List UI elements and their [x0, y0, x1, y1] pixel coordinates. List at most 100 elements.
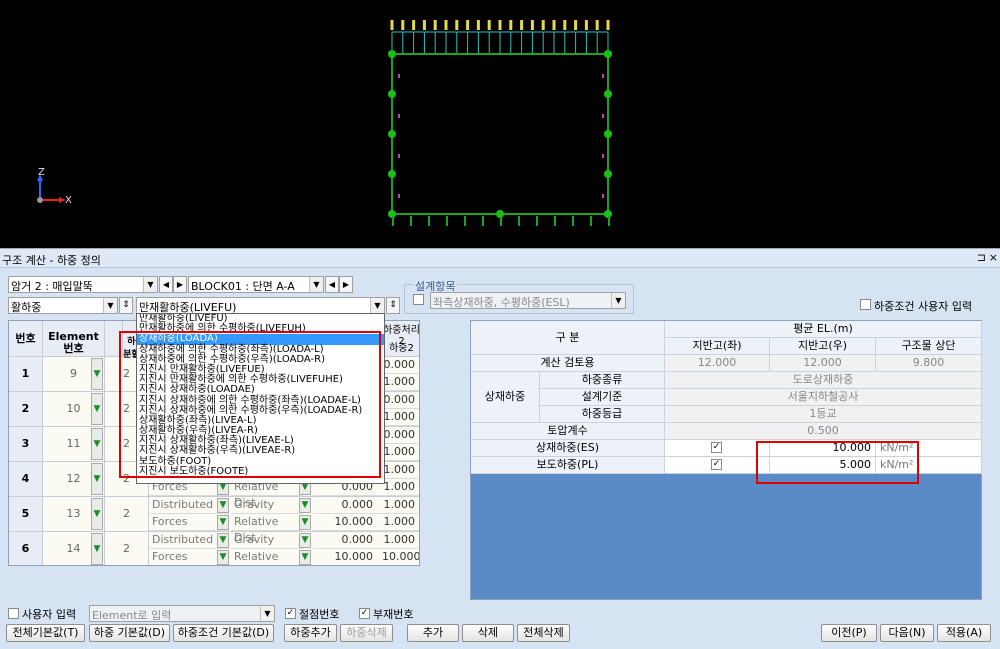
- load-dir-cell[interactable]: Relative Dist: [231, 549, 303, 565]
- row-number: 4: [9, 462, 43, 496]
- chevron-down-icon[interactable]: ▼: [217, 550, 229, 565]
- chevron-down-icon[interactable]: ▼: [217, 498, 229, 513]
- row-std-value[interactable]: 서울지하철공사: [665, 389, 982, 406]
- close-icon[interactable]: ×: [989, 251, 998, 264]
- next-arrow-icon[interactable]: ▶: [339, 276, 353, 293]
- delete-load-button[interactable]: 하중삭제: [340, 624, 393, 642]
- all-default-button[interactable]: 전체기본값(T): [6, 624, 85, 642]
- case-combo[interactable]: 암거 2 : 매입말뚝 ▼: [8, 276, 158, 293]
- next-arrow-icon[interactable]: ▶: [173, 276, 187, 293]
- load-value-2[interactable]: 1.000: [379, 514, 419, 531]
- prev-button[interactable]: 이전(P): [821, 624, 877, 642]
- table-row[interactable]: 6 14 ▼ 2 Distributed ▼ Gravity ▼ 0.000 1.000 Force…: [9, 532, 419, 565]
- element-input-combo[interactable]: Element로 입력 ▼: [89, 605, 275, 622]
- pin-icon[interactable]: ⊐: [977, 251, 986, 264]
- load-value-1[interactable]: 0.000: [313, 497, 379, 514]
- header-no: 번호: [9, 321, 43, 356]
- load-tick: [595, 20, 599, 30]
- load-value-2[interactable]: 0.000: [379, 392, 419, 409]
- member-no-checkbox[interactable]: ✓: [359, 608, 370, 619]
- load-default-button[interactable]: 하중 기본값(D): [89, 624, 170, 642]
- chevron-down-icon[interactable]: ▼: [299, 498, 311, 513]
- row-grade-value[interactable]: 1등교: [665, 406, 982, 423]
- expand-arrow-icon[interactable]: ▼: [91, 393, 103, 425]
- row-group-label: 상재하중: [471, 372, 540, 423]
- expand-arrow-icon[interactable]: ▼: [91, 463, 103, 495]
- expand-arrow-icon[interactable]: ▼: [91, 358, 103, 390]
- load-value-2[interactable]: 1.000: [379, 479, 419, 496]
- member-no-label: 부재번호: [373, 608, 414, 621]
- chevron-down-icon[interactable]: ▼: [299, 550, 311, 565]
- division-count[interactable]: 2: [105, 497, 149, 531]
- load-value-2[interactable]: 1.000: [379, 497, 419, 514]
- row-number: 1: [9, 357, 43, 391]
- add-button[interactable]: 추가: [407, 624, 459, 642]
- node-point: [604, 90, 612, 98]
- table-row[interactable]: 5 13 ▼ 2 Distributed ▼ Gravity ▼ 0.000 1.000 Force…: [9, 497, 419, 544]
- block-combo[interactable]: BLOCK01 : 단면 A-A ▼: [188, 276, 324, 293]
- division-count[interactable]: 2: [105, 532, 149, 565]
- spring-support: [518, 216, 520, 226]
- node-point: [388, 130, 396, 138]
- load-dir-cell[interactable]: Gravity: [231, 532, 303, 549]
- load-dir-cell[interactable]: Relative Dist: [231, 514, 303, 544]
- load-type-combo[interactable]: 만재활하중(LIVEFU) ▼: [136, 297, 385, 314]
- load-tick: [455, 20, 459, 30]
- load-dir-cell[interactable]: Gravity: [231, 497, 303, 514]
- chevron-down-icon[interactable]: ▼: [217, 533, 229, 548]
- member-mark: [398, 114, 400, 118]
- load-value-1[interactable]: 0.000: [313, 532, 379, 549]
- member-mark: [602, 74, 604, 78]
- spin-icon[interactable]: ⇕: [386, 297, 400, 314]
- load-value-2[interactable]: 1.000: [379, 444, 419, 461]
- model-viewport[interactable]: Z X: [0, 0, 1000, 248]
- row-es-label: 상재하중(ES): [471, 440, 665, 457]
- chevron-down-icon[interactable]: ▼: [217, 515, 229, 530]
- spin-icon[interactable]: ⇕: [119, 297, 133, 314]
- add-load-button[interactable]: 하중추가: [284, 624, 337, 642]
- delete-all-button[interactable]: 전체삭제: [517, 624, 570, 642]
- pl-checkbox[interactable]: ✓: [711, 459, 722, 470]
- expand-arrow-icon[interactable]: ▼: [91, 498, 103, 530]
- expand-arrow-icon[interactable]: ▼: [91, 428, 103, 460]
- load-tick: [509, 20, 513, 30]
- prev-arrow-icon[interactable]: ◀: [159, 276, 173, 293]
- load-value-2[interactable]: 0.000: [379, 357, 419, 374]
- frame-model-drawing: Z X: [37, 20, 612, 226]
- row-kind-value[interactable]: 도로상재하중: [665, 372, 982, 389]
- member-mark: [398, 154, 400, 158]
- load-value-2[interactable]: 0.000: [379, 427, 419, 444]
- load-value-2[interactable]: 1.000: [379, 462, 419, 479]
- load-value-2[interactable]: 10.000: [379, 549, 419, 565]
- load-tick: [541, 20, 545, 30]
- row-grade-label: 하중등급: [540, 406, 665, 423]
- row-pl-label: 보도하중(PL): [471, 457, 665, 474]
- load-value-2[interactable]: 1.000: [379, 374, 419, 391]
- chevron-down-icon[interactable]: ▼: [299, 515, 311, 530]
- prev-arrow-icon[interactable]: ◀: [325, 276, 339, 293]
- design-item-checkbox[interactable]: [413, 294, 424, 305]
- calc-right: 12.000: [770, 355, 876, 372]
- condition-default-button[interactable]: 하중조건 기본값(D): [173, 624, 274, 642]
- category-combo[interactable]: 활하중 ▼: [8, 297, 118, 314]
- next-button[interactable]: 다음(N): [880, 624, 934, 642]
- chevron-down-icon[interactable]: ▼: [299, 533, 311, 548]
- load-value-2[interactable]: 1.000: [379, 409, 419, 426]
- user-condition-checkbox[interactable]: [860, 299, 871, 310]
- apply-button[interactable]: 적용(A): [937, 624, 991, 642]
- es-checkbox-cell[interactable]: ✓: [665, 440, 770, 457]
- design-item-combo[interactable]: 좌측상재하중, 수평하중(ESL) ▼: [430, 292, 626, 309]
- row-number: 2: [9, 392, 43, 426]
- es-checkbox[interactable]: ✓: [711, 442, 722, 453]
- chevron-down-icon: ▼: [103, 298, 117, 313]
- user-input-checkbox[interactable]: [8, 608, 19, 619]
- pl-checkbox-cell[interactable]: ✓: [665, 457, 770, 474]
- load-value-2[interactable]: 1.000: [379, 532, 419, 549]
- expand-arrow-icon[interactable]: ▼: [91, 533, 103, 565]
- node-no-checkbox[interactable]: ✓: [285, 608, 296, 619]
- load-tick: [444, 20, 448, 30]
- load-value-1[interactable]: 10.000: [313, 514, 379, 531]
- delete-button[interactable]: 삭제: [462, 624, 514, 642]
- load-value-1[interactable]: 10.000: [313, 549, 379, 565]
- spring-support: [590, 216, 592, 226]
